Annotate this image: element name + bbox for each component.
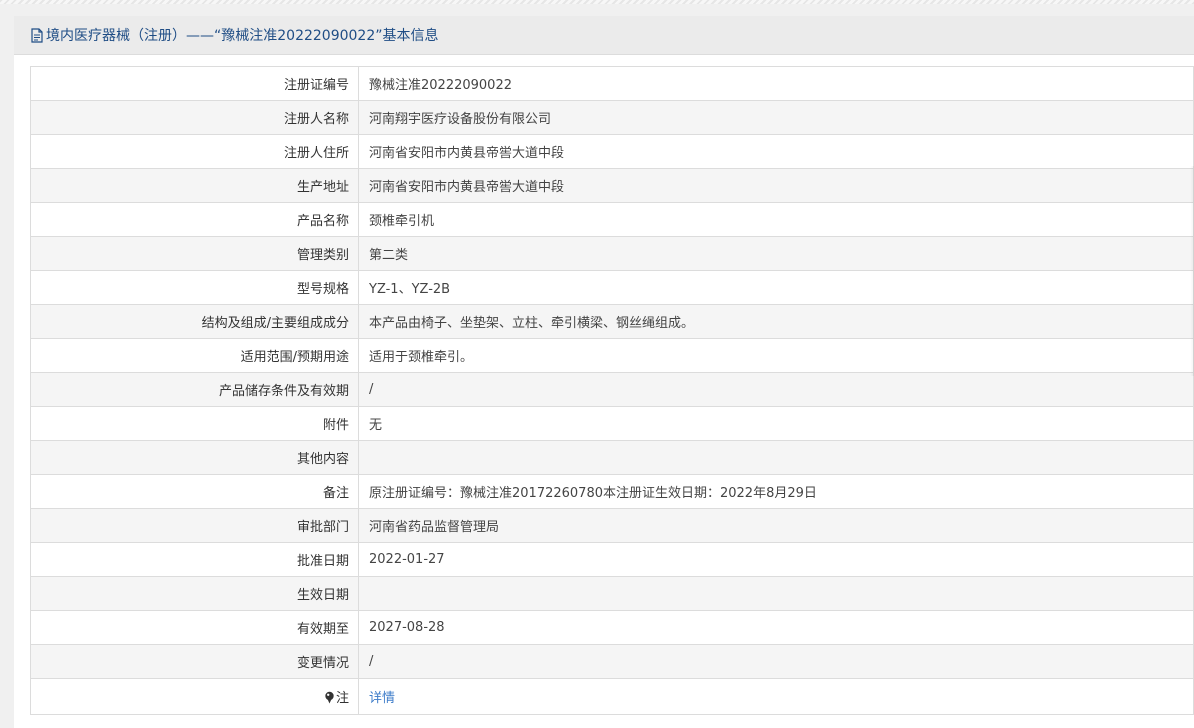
table-row: 批准日期 2022-01-27 (30, 542, 1194, 577)
scroll-shadow (1190, 166, 1194, 376)
row-label: 生产地址 (30, 168, 359, 203)
info-table: 注册证编号 豫械注准20222090022 注册人名称 河南翔宇医疗设备股份有限公司注… (30, 66, 1194, 715)
table-row: 生产地址 河南省安阳市内黄县帝喾大道中段 (30, 168, 1194, 203)
row-value (358, 576, 1194, 611)
row-label: 变更情况 (30, 644, 359, 679)
top-decorative-strip (0, 0, 1194, 4)
document-icon (30, 27, 44, 43)
row-label: 产品名称 (30, 202, 359, 237)
row-value (358, 440, 1194, 475)
row-value: 河南翔宇医疗设备股份有限公司 (358, 100, 1194, 135)
row-value: 河南省药品监督管理局 (358, 508, 1194, 543)
table-row: 附件无 (30, 406, 1194, 441)
row-label: 结构及组成/主要组成成分 (30, 304, 359, 339)
table-row: 注册人名称 河南翔宇医疗设备股份有限公司 (30, 100, 1194, 135)
row-value: 本产品由椅子、坐垫架、立柱、牵引横梁、钢丝绳组成。 (358, 304, 1194, 339)
row-label: 注册人名称 (30, 100, 359, 135)
row-label: 型号规格 (30, 270, 359, 305)
note-row: 注 详情 (30, 678, 1194, 715)
table-row: 适用范围/预期用途 适用于颈椎牵引。 (30, 338, 1194, 373)
row-label: 产品储存条件及有效期 (30, 372, 359, 407)
table-row: 审批部门 河南省药品监督管理局 (30, 508, 1194, 543)
row-label: 管理类别 (30, 236, 359, 271)
row-value: / (358, 372, 1194, 407)
row-label: 注册证编号 (30, 66, 359, 101)
row-label: 适用范围/预期用途 (30, 338, 359, 373)
row-value: 2022-01-27 (358, 542, 1194, 577)
note-label: 注 (335, 691, 349, 706)
table-row: 注册人住所 河南省安阳市内黄县帝喾大道中段 (30, 134, 1194, 169)
row-label: 审批部门 (30, 508, 359, 543)
row-value: 适用于颈椎牵引。 (358, 338, 1194, 373)
row-value: 原注册证编号：豫械注准20172260780本注册证生效日期：2022年8月29… (358, 474, 1194, 509)
row-label: 注册人住所 (30, 134, 359, 169)
row-value: 豫械注准20222090022 (358, 66, 1194, 101)
row-label: 附件 (30, 406, 359, 441)
details-link[interactable]: 详情 (369, 691, 395, 706)
table-row: 产品储存条件及有效期 / (30, 372, 1194, 407)
table-row: 生效日期 (30, 576, 1194, 611)
row-value: 2027-08-28 (358, 610, 1194, 645)
panel-header: 境内医疗器械（注册）——“豫械注准20222090022”基本信息 (14, 16, 1194, 55)
row-label: 其他内容 (30, 440, 359, 475)
row-label: 生效日期 (30, 576, 359, 611)
row-label: 批准日期 (30, 542, 359, 577)
table-row: 有效期至 2027-08-28 (30, 610, 1194, 645)
info-panel: 境内医疗器械（注册）——“豫械注准20222090022”基本信息 注册证编号豫… (14, 16, 1194, 728)
table-row: 结构及组成/主要组成成分 本产品由椅子、坐垫架、立柱、牵引横梁、钢丝绳组成。 (30, 304, 1194, 339)
table-row: 备注 原注册证编号：豫械注准20172260780本注册证生效日期：2022年8月… (30, 474, 1194, 509)
row-value: YZ-1、YZ-2B (358, 270, 1194, 305)
pin-icon (324, 691, 335, 704)
info-table-body: 注册证编号 豫械注准20222090022 注册人名称 河南翔宇医疗设备股份有限公司注… (30, 66, 1194, 715)
row-value: / (358, 644, 1194, 679)
row-value: 颈椎牵引机 (358, 202, 1194, 237)
row-value: 河南省安阳市内黄县帝喾大道中段 (358, 134, 1194, 169)
row-value: 无 (358, 406, 1194, 441)
row-value: 第二类 (358, 236, 1194, 271)
table-row: 产品名称 颈椎牵引机 (30, 202, 1194, 237)
row-label: 有效期至 (30, 610, 359, 645)
table-row: 管理类别 第二类 (30, 236, 1194, 271)
table-row: 变更情况 / (30, 644, 1194, 679)
table-row: 型号规格 YZ-1、YZ-2B (30, 270, 1194, 305)
note-label-cell: 注 (30, 678, 359, 715)
table-row: 其他内容 (30, 440, 1194, 475)
row-label: 备注 (30, 474, 359, 509)
table-row: 注册证编号 豫械注准20222090022 (30, 66, 1194, 101)
row-value: 河南省安阳市内黄县帝喾大道中段 (358, 168, 1194, 203)
note-value-cell: 详情 (358, 678, 1194, 715)
page-title: 境内医疗器械（注册）——“豫械注准20222090022”基本信息 (46, 28, 439, 44)
